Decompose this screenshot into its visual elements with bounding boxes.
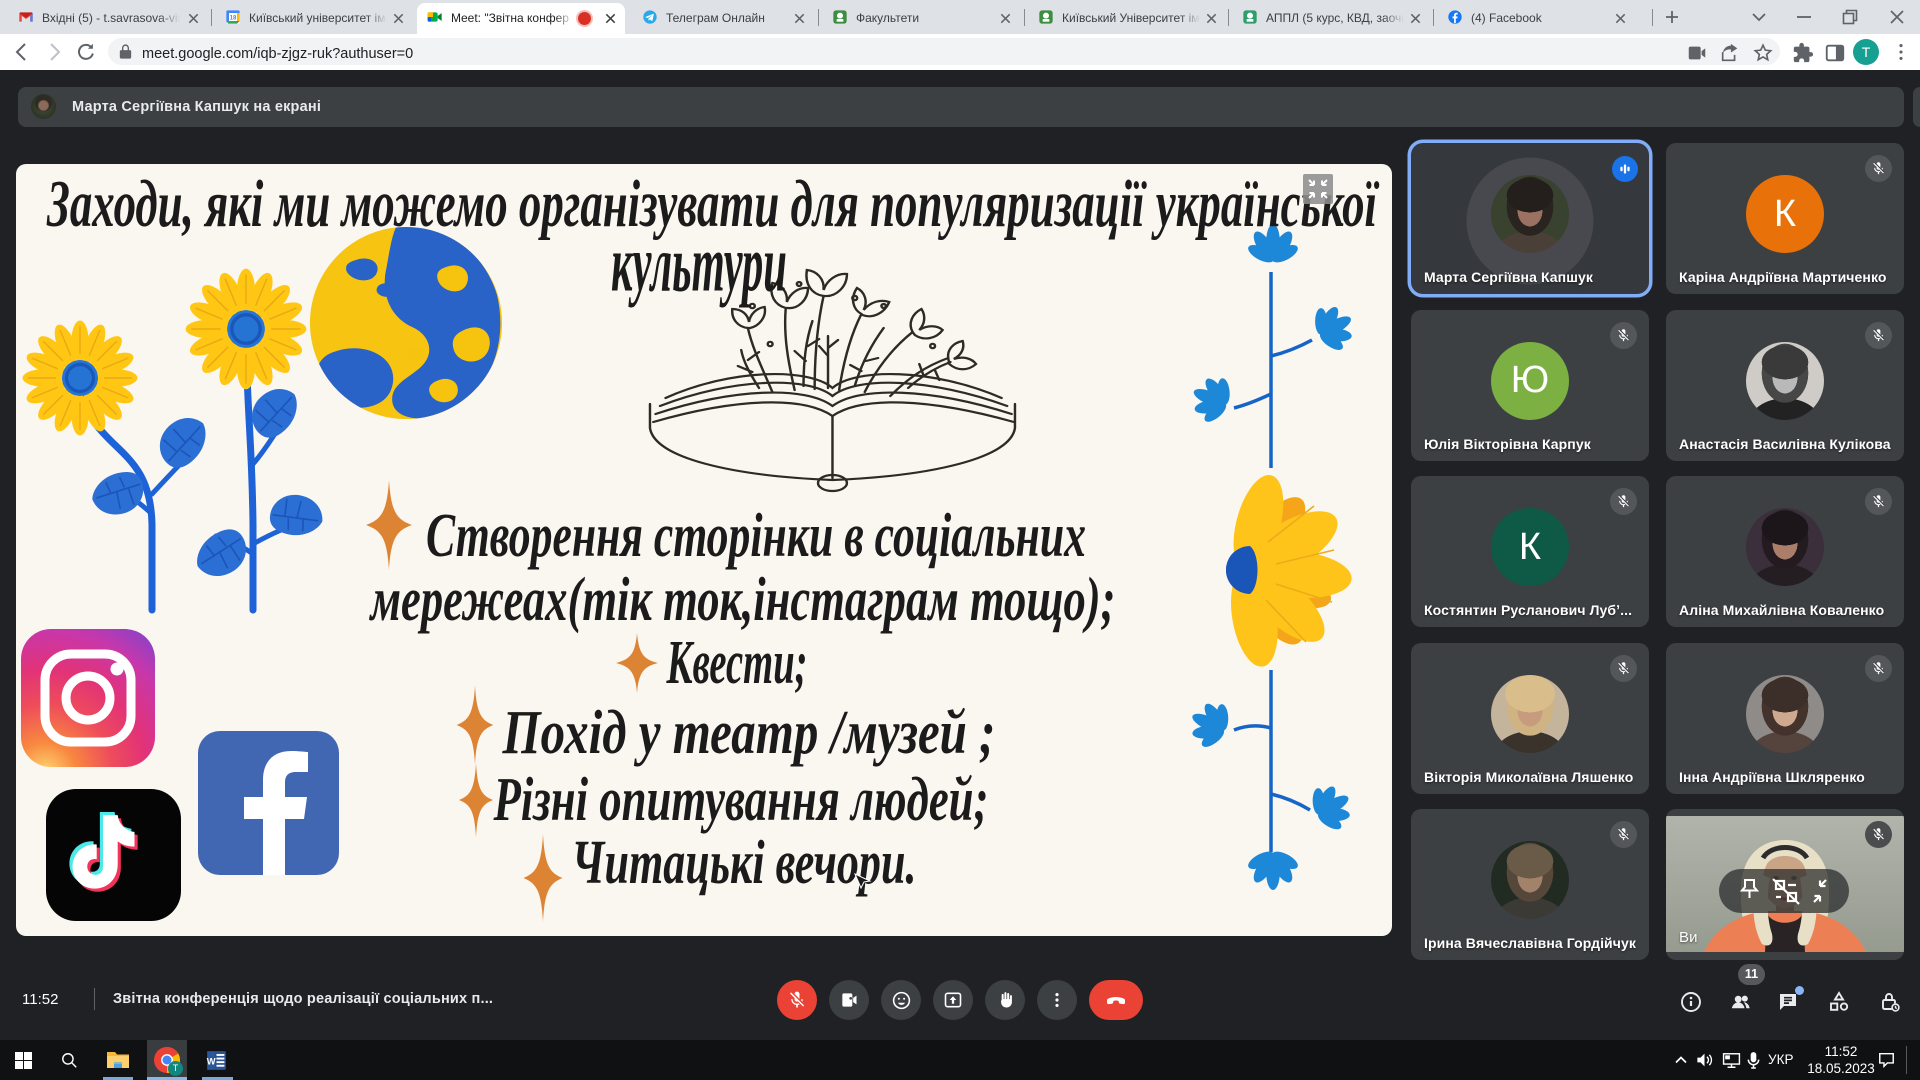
svg-text:Різні опитування людей;: Різні опитування людей; xyxy=(493,766,989,834)
svg-text:мережеах(тік ток,інстаграм тощ: мережеах(тік ток,інстаграм тощо); xyxy=(369,566,1116,634)
svg-text:Читацькі вечори.: Читацькі вечори. xyxy=(572,829,917,897)
svg-text:W: W xyxy=(207,1056,216,1066)
svg-text:Квести;: Квести; xyxy=(666,629,808,697)
svg-text:Похід у театр /музей ;: Похід у театр /музей ; xyxy=(502,699,996,767)
svg-text:18: 18 xyxy=(230,15,237,21)
svg-text:культури: культури xyxy=(611,219,787,309)
svg-text:Створення сторінки в соціальни: Створення сторінки в соціальних xyxy=(426,502,1086,570)
